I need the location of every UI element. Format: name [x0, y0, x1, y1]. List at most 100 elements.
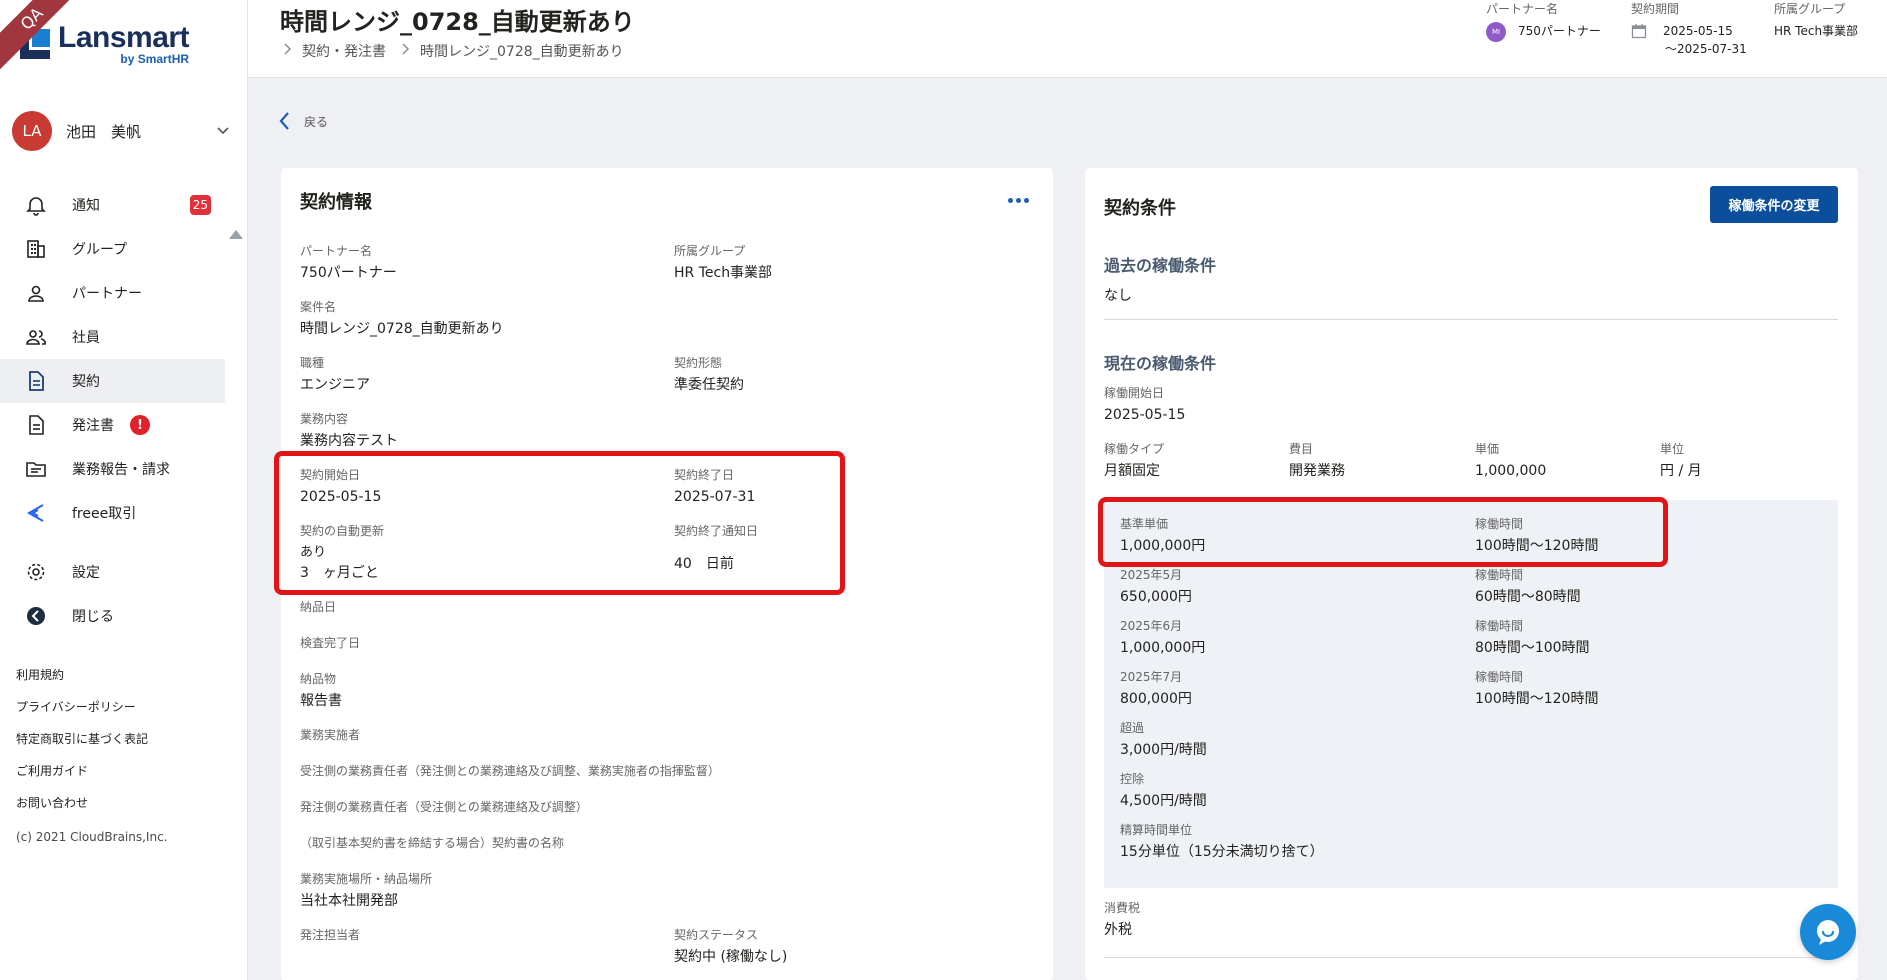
- field-inspection-date: 検査完了日: [300, 634, 360, 652]
- sidebar-item-groups[interactable]: グループ: [0, 227, 225, 271]
- field-work-start: 稼働開始日 2025-05-15: [1104, 384, 1185, 425]
- field-label: 稼働開始日: [1104, 386, 1165, 400]
- field-implementer: 業務実施者: [300, 726, 360, 744]
- sidebar-item-settings[interactable]: 設定: [0, 550, 225, 594]
- field-label: 発注担当者: [300, 928, 361, 942]
- field-value: 2025-07-31: [674, 489, 756, 505]
- person-icon: [24, 281, 48, 305]
- header-period-label: 契約期間: [1631, 2, 1680, 16]
- sidebar-item-reports-billing[interactable]: 業務報告・請求: [0, 447, 225, 491]
- footer-link-contact[interactable]: お問い合わせ: [16, 787, 168, 819]
- sidebar-item-partners[interactable]: パートナー: [0, 271, 225, 315]
- freee-icon: [24, 501, 48, 525]
- sidebar-item-freee[interactable]: freee取引: [0, 491, 225, 535]
- scroll-up-icon[interactable]: [229, 230, 243, 239]
- field-label: 基準単価: [1120, 517, 1169, 531]
- field-project-name: 案件名 時間レンジ_0728_自動更新あり: [300, 298, 504, 339]
- more-options-icon[interactable]: [1008, 198, 1029, 203]
- contract-conditions-card: 契約条件 稼働条件の変更 過去の稼働条件 なし 現在の稼働条件 稼働開始日 20…: [1085, 168, 1858, 980]
- field-auto-renew: 契約の自動更新 あり 3 ヶ月ごと: [300, 522, 384, 583]
- field-label: 受注側の業務責任者（発注側との業務連絡及び調整、業務実施者の指揮監督）: [300, 764, 720, 778]
- field-label: 費目: [1289, 442, 1314, 456]
- field-value: 60時間〜80時間: [1475, 589, 1581, 605]
- field-value: 80時間〜100時間: [1475, 640, 1590, 656]
- field-label: 所属グループ: [674, 244, 746, 258]
- field-label: 業務実施者: [300, 728, 361, 742]
- field-job-type: 職種 エンジニア: [300, 354, 370, 395]
- field-deliverable: 納品物 報告書: [300, 670, 342, 711]
- field-label: 精算時間単位: [1120, 823, 1193, 837]
- field-label: 契約ステータス: [674, 928, 759, 942]
- field-work-type: 稼働タイプ 月額固定: [1104, 440, 1164, 481]
- footer-link-guide[interactable]: ご利用ガイド: [16, 755, 168, 787]
- field-label: 超過: [1120, 721, 1145, 735]
- field-label: 単位: [1660, 442, 1685, 456]
- header-partner-value[interactable]: 750パートナー: [1518, 22, 1601, 40]
- current-conditions-title: 現在の稼働条件: [1104, 354, 1217, 373]
- field-label: 控除: [1120, 772, 1145, 786]
- alert-icon: !: [130, 415, 150, 435]
- footer-link-terms[interactable]: 利用規約: [16, 659, 168, 691]
- chevron-right-icon: [400, 43, 410, 59]
- field-label: 稼働時間: [1475, 670, 1524, 684]
- field-overtime: 超過 3,000円/時間: [1120, 719, 1207, 760]
- field-month-3: 2025年7月 800,000円: [1120, 668, 1192, 709]
- field-rounding: 精算時間単位 15分単位（15分未満切り捨て）: [1120, 821, 1324, 862]
- sidebar-item-label: 契約: [72, 374, 100, 390]
- field-label: 稼働時間: [1475, 619, 1524, 633]
- footer-link-commerce-law[interactable]: 特定商取引に基づく表記: [16, 723, 168, 755]
- sidebar-item-label: 閉じる: [72, 609, 114, 625]
- divider: [1104, 319, 1838, 320]
- gear-icon: [24, 560, 48, 584]
- sidebar-item-label: 社員: [72, 330, 100, 346]
- field-value: 業務内容テスト: [300, 433, 398, 449]
- sidebar-item-close[interactable]: 閉じる: [0, 594, 225, 638]
- qa-ribbon-label: QA: [0, 0, 80, 71]
- field-value: なし: [1104, 288, 1132, 304]
- field-value: 1,000,000円: [1120, 640, 1206, 656]
- arrow-left-circle-icon: [24, 604, 48, 628]
- calendar-icon: [1631, 24, 1647, 39]
- document-icon: [24, 369, 48, 393]
- conditions-title: 契約条件: [1104, 198, 1176, 219]
- field-value: 4,500円/時間: [1120, 793, 1207, 809]
- chevron-down-icon[interactable]: [216, 124, 230, 138]
- field-start-date: 契約開始日 2025-05-15: [300, 466, 381, 507]
- sidebar-item-contracts[interactable]: 契約: [0, 359, 225, 403]
- field-contract-form: 契約形態 準委任契約: [674, 354, 744, 395]
- past-conditions-value: なし: [1104, 283, 1132, 306]
- field-label: 契約終了日: [674, 468, 735, 482]
- breadcrumb-contracts-link[interactable]: 契約・発注書: [302, 41, 386, 61]
- footer-link-privacy[interactable]: プライバシーポリシー: [16, 691, 168, 723]
- folder-icon: [24, 457, 48, 481]
- user-menu[interactable]: LA 池田 美帆: [12, 111, 236, 151]
- field-month-1-hours: 稼働時間 60時間〜80時間: [1475, 566, 1581, 607]
- field-unit-price: 単価 1,000,000: [1475, 440, 1546, 481]
- change-conditions-button[interactable]: 稼働条件の変更: [1710, 186, 1838, 223]
- field-value: あり: [300, 545, 327, 560]
- sidebar: QA Lansmart by SmartHR LA 池田 美帆 通知 25 グル…: [0, 0, 248, 980]
- contract-info-title: 契約情報: [300, 192, 372, 213]
- chat-support-button[interactable]: [1800, 904, 1856, 960]
- field-label: 2025年7月: [1120, 670, 1183, 684]
- field-value: 1,000,000: [1475, 463, 1547, 479]
- sidebar-item-purchase-orders[interactable]: 発注書 !: [0, 403, 225, 447]
- field-label: 検査完了日: [300, 636, 361, 650]
- field-label: 契約形態: [674, 356, 723, 370]
- field-value: 月額固定: [1104, 463, 1160, 479]
- field-label: 案件名: [300, 300, 337, 314]
- sidebar-item-label: 業務報告・請求: [72, 462, 170, 478]
- field-base-hours: 稼働時間 100時間〜120時間: [1475, 515, 1598, 556]
- back-link[interactable]: 戻る: [278, 111, 328, 131]
- sidebar-item-employees[interactable]: 社員: [0, 315, 225, 359]
- sidebar-item-notifications[interactable]: 通知 25: [0, 183, 225, 227]
- user-name: 池田 美帆: [66, 122, 142, 141]
- field-month-2-hours: 稼働時間 80時間〜100時間: [1475, 617, 1590, 658]
- field-label: 納品日: [300, 600, 337, 614]
- field-label: パートナー名: [300, 244, 373, 258]
- header-period: 契約期間 2025-05-15 〜2025-07-31: [1631, 0, 1747, 58]
- field-label: 職種: [300, 356, 325, 370]
- field-group: 所属グループ HR Tech事業部: [674, 242, 772, 283]
- header-group-value: HR Tech事業部: [1774, 24, 1859, 38]
- field-label: 稼働時間: [1475, 568, 1524, 582]
